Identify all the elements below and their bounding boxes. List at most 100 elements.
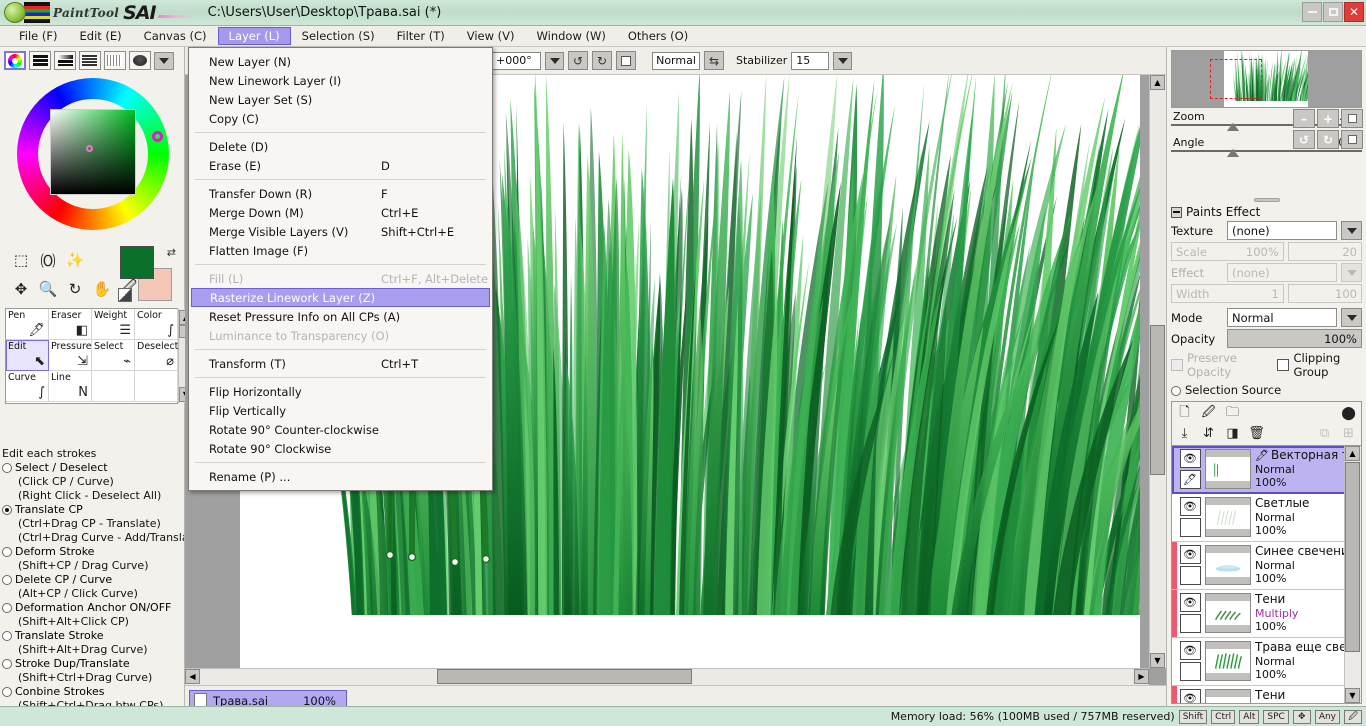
radio-select-deselect[interactable] — [2, 463, 12, 473]
canvas-scroll-up-button[interactable]: ▲ — [1150, 75, 1165, 90]
new-linework-layer-icon[interactable]: 🖉 — [1198, 404, 1219, 423]
swap-colors-icon[interactable]: ⇄ — [167, 246, 176, 259]
layer-lock-toggle[interactable] — [1179, 662, 1201, 681]
gradient-blob-icon[interactable] — [128, 51, 151, 70]
menu-item-flip-vertically[interactable]: Flip Vertically — [189, 401, 492, 420]
tool-pressure[interactable]: Pressure ⇲ — [49, 340, 92, 371]
menu-others[interactable]: Others (O) — [617, 27, 699, 45]
selection-source-radio[interactable] — [1171, 386, 1181, 396]
menu-item-new-layer-set-s[interactable]: New Layer Set (S) — [189, 90, 492, 109]
layer-row[interactable]: 👁🖊🖊Векторная траваNormal100% — [1172, 446, 1361, 494]
menu-item-copy-c[interactable]: Copy (C) — [189, 109, 492, 128]
tool-color[interactable]: Color ∫ — [135, 309, 178, 340]
radio-translate-cp[interactable] — [2, 505, 12, 515]
layer-row[interactable]: 👁Трава еще светлееNormal100% — [1172, 638, 1361, 686]
close-button[interactable]: ✕ — [1344, 2, 1364, 22]
layer-dropdown-menu[interactable]: New Layer (N) New Linework Layer (I) New L… — [188, 47, 493, 491]
menu-item-merge-visible-layers-v[interactable]: Merge Visible Layers (V) Shift+Ctrl+E — [189, 222, 492, 241]
modifier-any[interactable]: Any — [1314, 709, 1340, 724]
menu-item-erase-e[interactable]: Erase (E) D — [189, 156, 492, 175]
move-icon[interactable]: ✥ — [8, 275, 34, 303]
angle-slider-knob[interactable] — [1227, 149, 1239, 157]
canvas-vertical-scrollbar[interactable]: ▲ ▼ — [1149, 75, 1166, 668]
selection-source-toggle-icon[interactable]: ⬤ — [1338, 404, 1359, 423]
angle-slider-track[interactable] — [1171, 150, 1362, 152]
zoom-reset-button[interactable] — [1341, 109, 1363, 128]
rotate-cw-button[interactable]: ↻ — [1317, 130, 1339, 149]
lasso-select-icon[interactable]: 🄞 — [35, 246, 61, 274]
menu-item-new-linework-layer-i[interactable]: New Linework Layer (I) — [189, 71, 492, 90]
blend-mode-indicator[interactable]: Normal — [652, 51, 700, 70]
canvas-scroll-down-button[interactable]: ▼ — [1150, 653, 1165, 668]
layer-lock-toggle[interactable] — [1179, 614, 1201, 633]
stabilizer-value[interactable]: 15 — [791, 51, 830, 70]
eye-icon[interactable]: 👁 — [1179, 689, 1201, 703]
opacity-slider[interactable]: 100% — [1227, 329, 1362, 348]
radio-translate-stroke[interactable] — [2, 631, 12, 641]
reset-colors-icon[interactable] — [118, 288, 132, 302]
layer-row[interactable]: 👁ТениMultiply100% — [1172, 590, 1361, 638]
tool-line[interactable]: Line N — [49, 371, 92, 402]
new-layer-icon[interactable]: 🗋 — [1174, 404, 1195, 423]
rotate-cw-icon[interactable]: ↻ — [592, 51, 612, 70]
menu-item-merge-down-m[interactable]: Merge Down (M) Ctrl+E — [189, 203, 492, 222]
palette-list-icon[interactable] — [79, 51, 101, 70]
eye-icon[interactable]: 👁 — [1179, 641, 1201, 660]
color-wheel-widget[interactable] — [0, 72, 185, 244]
option-combine-strokes[interactable]: Conbine Strokes — [2, 685, 184, 699]
mode-dropdown-button[interactable] — [1341, 308, 1362, 327]
menu-item-transform-t[interactable]: Transform (T) Ctrl+T — [189, 354, 492, 373]
menu-edit[interactable]: Edit (E) — [69, 27, 133, 45]
swap-icon[interactable]: ⇆ — [704, 51, 724, 70]
eye-icon[interactable]: 👁 — [1179, 545, 1201, 564]
layer-list[interactable]: 👁🖊🖊Векторная траваNormal100%👁СветлыеNorm… — [1171, 445, 1362, 704]
option-translate-cp[interactable]: Translate CP — [2, 503, 184, 517]
canvas-scroll-left-button[interactable]: ◀ — [185, 669, 200, 684]
rotate-reset-button[interactable] — [1341, 130, 1363, 149]
magic-wand-icon[interactable]: ✨ — [62, 246, 88, 274]
minimize-button[interactable] — [1302, 2, 1322, 22]
zoom-out-button[interactable]: – — [1293, 109, 1315, 128]
merge-down-icon[interactable]: ⇵ — [1198, 424, 1219, 443]
option-select-deselect[interactable]: Select / Deselect — [2, 461, 184, 475]
layer-scroll-down-button[interactable]: ▼ — [1345, 688, 1360, 703]
eye-icon[interactable]: 👁 — [1179, 449, 1201, 468]
hsv-sliders-icon[interactable] — [54, 51, 76, 70]
tool-select[interactable]: Select ⌁ — [92, 340, 135, 371]
radio-combine-strokes[interactable] — [2, 687, 12, 697]
delete-layer-icon[interactable]: 🗑 — [1246, 424, 1267, 443]
zoom-in-button[interactable]: + — [1317, 109, 1339, 128]
menu-item-transfer-down-r[interactable]: Transfer Down (R) F — [189, 184, 492, 203]
pen-icon[interactable]: 🖉 — [1344, 709, 1362, 724]
menu-item-flatten-image-f[interactable]: Flatten Image (F) — [189, 241, 492, 260]
eye-icon[interactable]: 👁 — [1179, 593, 1201, 612]
saturation-value-square[interactable] — [50, 109, 136, 195]
menu-file[interactable]: File (F) — [8, 27, 69, 45]
texture-select[interactable]: (none) — [1227, 221, 1337, 240]
option-deform-stroke[interactable]: Deform Stroke — [2, 545, 184, 559]
panel-splitter-grip[interactable] — [1253, 198, 1280, 202]
tool-deselect[interactable]: Deselect ⌀ — [135, 340, 178, 371]
modifier-spc[interactable]: SPC — [1263, 709, 1289, 724]
menu-item-reset-pressure-info-on-all-cps-a[interactable]: Reset Pressure Info on All CPs (A) — [189, 307, 492, 326]
tool-pen[interactable]: Pen 🖊 — [6, 309, 49, 340]
tool-weight[interactable]: Weight ☰ — [92, 309, 135, 340]
modifier-shift[interactable]: Shift — [1178, 709, 1208, 724]
clear-layer-icon[interactable]: ◨ — [1222, 424, 1243, 443]
menu-window[interactable]: Window (W) — [526, 27, 617, 45]
navigator-thumbnail[interactable] — [1171, 50, 1362, 108]
saturation-value-marker[interactable] — [86, 145, 93, 152]
radio-stroke-dup[interactable] — [2, 659, 12, 669]
layer-scroll-thumb[interactable] — [1345, 462, 1360, 652]
color-panel-menu-button[interactable] — [153, 51, 174, 70]
reset-rotation-icon[interactable] — [616, 51, 636, 70]
tool-curve[interactable]: Curve ∫ — [6, 371, 49, 402]
tool-edit[interactable]: Edit ⬉ — [6, 340, 49, 371]
canvas-vscroll-thumb[interactable] — [1150, 325, 1165, 475]
radio-deformation-anchor[interactable] — [2, 603, 12, 613]
eye-icon[interactable]: 👁 — [1179, 497, 1201, 516]
menu-item-new-layer-n[interactable]: New Layer (N) — [189, 52, 492, 71]
option-translate-stroke[interactable]: Translate Stroke — [2, 629, 184, 643]
move-icon[interactable]: ✥ — [1292, 709, 1311, 724]
radio-deform-stroke[interactable] — [2, 547, 12, 557]
